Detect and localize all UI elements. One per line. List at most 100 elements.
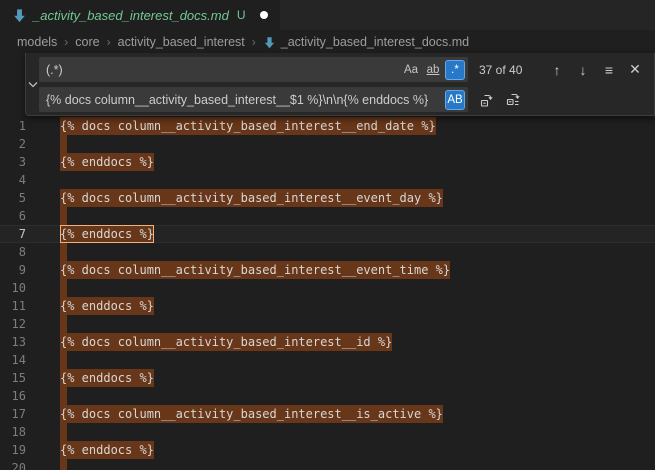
regex-toggle[interactable]: .* [445,60,465,80]
preserve-case-toggle[interactable]: AB [445,90,465,110]
breadcrumb-item-core[interactable]: core [75,35,99,49]
editor-line[interactable]: 14 [0,351,655,369]
line-number[interactable]: 16 [0,387,26,405]
line-content: {% enddocs %} [60,153,655,171]
close-find-widget-button[interactable]: ✕ [624,59,646,81]
line-content: {% docs column__activity_based_interest_… [60,261,655,279]
line-content: {% enddocs %} [60,297,655,315]
tab-active-file[interactable]: _activity_based_interest_docs.md U [0,0,280,30]
line-number[interactable]: 7 [0,225,26,243]
line-content: {% enddocs %} [60,441,655,459]
replace-icon [479,92,495,108]
unsaved-changes-dot[interactable] [260,11,268,19]
close-icon: ✕ [629,61,641,78]
replace-button[interactable] [476,89,498,111]
editor-line[interactable]: 15 {% enddocs %} [0,369,655,387]
toggle-replace-button[interactable] [26,53,39,115]
line-content [60,135,655,153]
line-content: {% docs column__activity_based_interest_… [60,405,655,423]
replace-input-value: {% docs column__activity_based_interest_… [46,93,443,107]
whole-word-toggle[interactable]: ab [423,60,443,80]
line-number[interactable]: 1 [0,117,26,135]
editor-line[interactable]: 3 {% enddocs %} [0,153,655,171]
line-number[interactable]: 15 [0,369,26,387]
editor-line[interactable]: 7{% enddocs %} [0,225,655,243]
editor: 1 {% docs column__activity_based_interest… [0,54,655,470]
line-number[interactable]: 17 [0,405,26,423]
editor-line[interactable]: 16 [0,387,655,405]
next-match-button[interactable]: ↓ [572,59,594,81]
line-content [60,315,655,333]
find-match-highlight: {% docs column__activity_based_interest_… [60,189,443,207]
line-number[interactable]: 4 [0,171,26,189]
line-content [60,387,655,405]
find-in-selection-icon: ≡ [605,62,613,78]
previous-match-button[interactable]: ↑ [546,59,568,81]
find-in-selection-button[interactable]: ≡ [598,59,620,81]
editor-line[interactable]: 20 [0,459,655,470]
tab-bar: _activity_based_interest_docs.md U [0,0,655,30]
editor-line[interactable]: 19 {% enddocs %} [0,441,655,459]
find-match-highlight-empty [60,387,67,405]
line-number[interactable]: 13 [0,333,26,351]
line-number[interactable]: 2 [0,135,26,153]
find-match-highlight: {% enddocs %} [60,297,154,315]
line-number[interactable]: 6 [0,207,26,225]
line-number[interactable]: 10 [0,279,26,297]
line-number[interactable]: 20 [0,459,26,470]
match-case-toggle[interactable]: Aa [401,60,421,80]
find-match-highlight: {% docs column__activity_based_interest_… [60,405,443,423]
line-number[interactable]: 3 [0,153,26,171]
line-content [60,351,655,369]
replace-input[interactable]: {% docs column__activity_based_interest_… [39,87,468,112]
line-number[interactable]: 18 [0,423,26,441]
line-number[interactable]: 8 [0,243,26,261]
line-number[interactable]: 11 [0,297,26,315]
line-number[interactable]: 14 [0,351,26,369]
match-count: 37 of 40 [479,63,522,77]
replace-all-button[interactable] [502,89,524,111]
editor-line[interactable]: 17 {% docs column__activity_based_interes… [0,405,655,423]
editor-lines: 1 {% docs column__activity_based_interest… [0,54,655,470]
find-match-highlight-empty [60,243,67,261]
find-match-highlight: {% enddocs %} [60,441,154,459]
editor-line[interactable]: 6 [0,207,655,225]
breadcrumb-item-models[interactable]: models [17,35,57,49]
editor-line[interactable]: 1 {% docs column__activity_based_interest… [0,117,655,135]
find-replace-widget: (.*) Aa ab .* 37 of 40 ↑ ↓ ≡ ✕ {% docs c… [25,53,655,116]
find-match-highlight-empty [60,315,67,333]
find-match-highlight: {% enddocs %} [60,153,154,171]
find-match-highlight: {% docs column__activity_based_interest_… [60,117,436,135]
editor-line[interactable]: 13{% docs column__activity_based_interes… [0,333,655,351]
arrow-up-icon: ↑ [554,62,561,78]
find-match-highlight-empty [60,459,67,470]
editor-line[interactable]: 10 [0,279,655,297]
breadcrumb-item-activity-based-interest[interactable]: activity_based_interest [118,35,245,49]
find-input-value: (.*) [46,63,399,77]
editor-line[interactable]: 12 [0,315,655,333]
editor-line[interactable]: 5 {% docs column__activity_based_interest… [0,189,655,207]
editor-line[interactable]: 11 {% enddocs %} [0,297,655,315]
line-number[interactable]: 12 [0,315,26,333]
find-match-highlight: {% enddocs %} [60,369,154,387]
markdown-file-icon [12,8,27,23]
line-number[interactable]: 19 [0,441,26,459]
line-number[interactable]: 9 [0,261,26,279]
find-match-highlight-empty [60,207,67,225]
arrow-down-icon: ↓ [580,62,587,78]
tab-filename: _activity_based_interest_docs.md [33,8,229,23]
editor-line[interactable]: 2 [0,135,655,153]
find-match-highlight-empty [60,351,67,369]
line-content [60,207,655,225]
line-content [60,243,655,261]
editor-line[interactable]: 4 [0,171,655,189]
breadcrumb-separator: › [107,35,111,49]
editor-line[interactable]: 8 [0,243,655,261]
breadcrumb-item-file[interactable]: _activity_based_interest_docs.md [263,35,469,49]
editor-line[interactable]: 9 {% docs column__activity_based_interest… [0,261,655,279]
line-number[interactable]: 5 [0,189,26,207]
editor-line[interactable]: 18 [0,423,655,441]
find-input[interactable]: (.*) Aa ab .* [39,57,468,82]
markdown-file-icon [263,36,276,49]
line-content: {% docs column__activity_based_interest_… [60,117,655,135]
